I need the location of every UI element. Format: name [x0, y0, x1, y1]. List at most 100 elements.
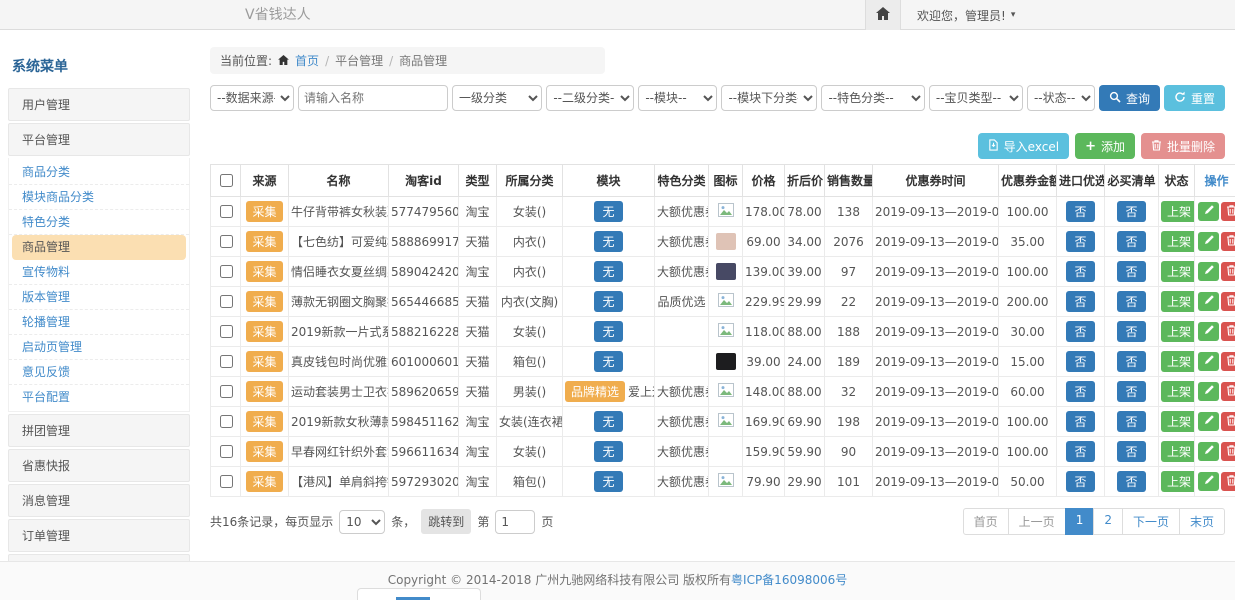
icp-link[interactable]: 粤ICP备16098006号 — [731, 573, 847, 587]
pager-first-page[interactable]: 首页 — [963, 508, 1009, 535]
batch-delete-button[interactable]: 批量删除 — [1141, 133, 1225, 159]
pager-prev-page[interactable]: 上一页 — [1008, 508, 1066, 535]
import-excel-button[interactable]: 导入excel — [978, 133, 1069, 159]
sidebar-item-promo-materials[interactable]: 宣传物料 — [9, 260, 189, 285]
sidebar-group-order-management[interactable]: 订单管理 — [8, 519, 190, 552]
row-checkbox[interactable] — [220, 385, 233, 398]
reset-button[interactable]: 重置 — [1164, 85, 1225, 111]
must-buy-toggle[interactable]: 否 — [1117, 231, 1145, 252]
module-badge[interactable]: 品牌精选 — [565, 381, 625, 402]
must-buy-toggle[interactable]: 否 — [1117, 381, 1145, 402]
edit-button[interactable] — [1198, 442, 1219, 461]
status-badge[interactable]: 上架 — [1161, 441, 1195, 462]
status-badge[interactable]: 上架 — [1161, 381, 1195, 402]
sidebar-item-splash-page-management[interactable]: 启动页管理 — [9, 335, 189, 360]
user-menu[interactable]: 欢迎您，管理员! ▾ — [917, 7, 1015, 24]
edit-button[interactable] — [1198, 232, 1219, 251]
sidebar-item-platform-config[interactable]: 平台配置 — [9, 385, 189, 409]
delete-button[interactable] — [1221, 472, 1235, 491]
must-buy-toggle[interactable]: 否 — [1117, 351, 1145, 372]
select-all-checkbox[interactable] — [220, 174, 233, 187]
pager-page-2[interactable]: 2 — [1093, 508, 1123, 535]
module-none-badge[interactable]: 无 — [594, 201, 622, 222]
import-select-toggle[interactable]: 否 — [1066, 201, 1094, 222]
status-badge[interactable]: 上架 — [1161, 351, 1195, 372]
module-none-badge[interactable]: 无 — [594, 351, 622, 372]
delete-button[interactable] — [1221, 412, 1235, 431]
row-checkbox[interactable] — [220, 325, 233, 338]
import-select-toggle[interactable]: 否 — [1066, 321, 1094, 342]
must-buy-toggle[interactable]: 否 — [1117, 291, 1145, 312]
filter-select-featured-category[interactable]: --特色分类-- — [821, 85, 924, 111]
filter-select-level2-category[interactable]: --二级分类-- — [546, 85, 634, 111]
import-select-toggle[interactable]: 否 — [1066, 231, 1094, 252]
per-page-select[interactable]: 10 — [339, 510, 385, 534]
must-buy-toggle[interactable]: 否 — [1117, 321, 1145, 342]
import-select-toggle[interactable]: 否 — [1066, 351, 1094, 372]
filter-select-data-source[interactable]: --数据来源-- — [210, 85, 294, 111]
delete-button[interactable] — [1221, 232, 1235, 251]
must-buy-toggle[interactable]: 否 — [1117, 411, 1145, 432]
sidebar-item-module-product-category[interactable]: 模块商品分类 — [9, 185, 189, 210]
row-checkbox[interactable] — [220, 415, 233, 428]
sidebar-item-product-management[interactable]: 商品管理 — [12, 235, 186, 260]
sidebar-item-product-category[interactable]: 商品分类 — [9, 160, 189, 185]
import-select-toggle[interactable]: 否 — [1066, 471, 1094, 492]
must-buy-toggle[interactable]: 否 — [1117, 261, 1145, 282]
edit-button[interactable] — [1198, 412, 1219, 431]
delete-button[interactable] — [1221, 202, 1235, 221]
breadcrumb-home-link[interactable]: 首页 — [295, 52, 319, 69]
import-select-toggle[interactable]: 否 — [1066, 381, 1094, 402]
import-select-toggle[interactable]: 否 — [1066, 411, 1094, 432]
status-badge[interactable]: 上架 — [1161, 471, 1195, 492]
filter-select-module-subcategory[interactable]: --模块下分类-- — [721, 85, 817, 111]
jump-button[interactable]: 跳转到 — [421, 509, 471, 534]
filter-select-item-type[interactable]: --宝贝类型-- — [929, 85, 1023, 111]
edit-button[interactable] — [1198, 472, 1219, 491]
module-none-badge[interactable]: 无 — [594, 231, 622, 252]
status-badge[interactable]: 上架 — [1161, 231, 1195, 252]
sidebar-item-feedback[interactable]: 意见反馈 — [9, 360, 189, 385]
edit-button[interactable] — [1198, 322, 1219, 341]
status-badge[interactable]: 上架 — [1161, 261, 1195, 282]
must-buy-toggle[interactable]: 否 — [1117, 471, 1145, 492]
module-none-badge[interactable]: 无 — [594, 411, 622, 432]
sidebar-group-message-management[interactable]: 消息管理 — [8, 484, 190, 517]
module-none-badge[interactable]: 无 — [594, 441, 622, 462]
sidebar-group-user-management[interactable]: 用户管理 — [8, 88, 190, 121]
row-checkbox[interactable] — [220, 205, 233, 218]
status-badge[interactable]: 上架 — [1161, 201, 1195, 222]
edit-button[interactable] — [1198, 382, 1219, 401]
must-buy-toggle[interactable]: 否 — [1117, 441, 1145, 462]
module-none-badge[interactable]: 无 — [594, 261, 622, 282]
module-none-badge[interactable]: 无 — [594, 321, 622, 342]
module-none-badge[interactable]: 无 — [594, 471, 622, 492]
sidebar-item-carousel-management[interactable]: 轮播管理 — [9, 310, 189, 335]
row-checkbox[interactable] — [220, 445, 233, 458]
edit-button[interactable] — [1198, 202, 1219, 221]
filter-input-name[interactable] — [298, 85, 448, 111]
search-button[interactable]: 查询 — [1099, 85, 1160, 111]
status-badge[interactable]: 上架 — [1161, 291, 1195, 312]
filter-select-status[interactable]: --状态-- — [1027, 85, 1095, 111]
add-button[interactable]: + 添加 — [1075, 133, 1135, 159]
pager-next-page[interactable]: 下一页 — [1122, 508, 1180, 535]
edit-button[interactable] — [1198, 292, 1219, 311]
import-select-toggle[interactable]: 否 — [1066, 291, 1094, 312]
edit-button[interactable] — [1198, 352, 1219, 371]
pager-last-page[interactable]: 末页 — [1179, 508, 1225, 535]
delete-button[interactable] — [1221, 382, 1235, 401]
edit-button[interactable] — [1198, 262, 1219, 281]
delete-button[interactable] — [1221, 352, 1235, 371]
sidebar-item-featured-category[interactable]: 特色分类 — [9, 210, 189, 235]
pager-page-1[interactable]: 1 — [1065, 508, 1095, 535]
row-checkbox[interactable] — [220, 235, 233, 248]
delete-button[interactable] — [1221, 292, 1235, 311]
jump-page-input[interactable] — [495, 510, 535, 534]
row-checkbox[interactable] — [220, 295, 233, 308]
row-checkbox[interactable] — [220, 265, 233, 278]
delete-button[interactable] — [1221, 442, 1235, 461]
import-select-toggle[interactable]: 否 — [1066, 261, 1094, 282]
sidebar-group-group-buy-management[interactable]: 拼团管理 — [8, 414, 190, 447]
home-button[interactable] — [865, 0, 901, 30]
